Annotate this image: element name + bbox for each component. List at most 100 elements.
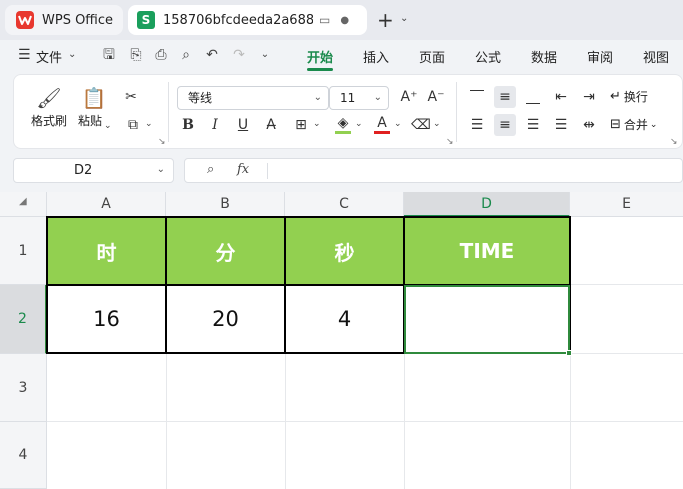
fx-icon[interactable]: fx bbox=[237, 162, 249, 177]
cell-a1[interactable]: 时 bbox=[46, 216, 167, 286]
eraser-icon[interactable]: ⌫ bbox=[410, 114, 432, 136]
underline-button[interactable]: U bbox=[232, 114, 254, 136]
menu-data[interactable]: 数据 bbox=[531, 47, 557, 66]
distribute-icon[interactable]: ⇹ bbox=[578, 114, 600, 136]
align-right-icon[interactable]: ☰ bbox=[522, 114, 544, 136]
row-header-4[interactable]: 4 bbox=[0, 422, 47, 489]
increase-font-icon[interactable]: A⁺ bbox=[398, 86, 420, 108]
decrease-font-icon[interactable]: A⁻ bbox=[425, 86, 447, 108]
hamburger-icon[interactable]: ☰ bbox=[18, 47, 31, 63]
merge-icon: ⊟ bbox=[610, 117, 621, 132]
wrap-text-button[interactable]: ↵ 换行 bbox=[610, 88, 648, 105]
cut-icon[interactable]: ✂ bbox=[120, 86, 142, 108]
decrease-indent-icon[interactable]: ⇤ bbox=[550, 86, 572, 108]
align-bottom-icon[interactable]: ⎽ bbox=[522, 86, 544, 108]
font-size-select[interactable]: 11 ⌄ bbox=[329, 86, 389, 110]
active-tab-indicator bbox=[307, 68, 333, 71]
merge-label: 合并 bbox=[623, 118, 648, 132]
monitor-icon[interactable]: ▭ bbox=[319, 13, 330, 27]
export-pdf-icon[interactable]: ⎘ bbox=[127, 46, 145, 64]
cell-c2[interactable]: 4 bbox=[284, 284, 405, 354]
brush-icon: 🖌 bbox=[36, 86, 62, 110]
cell-a2[interactable]: 16 bbox=[46, 284, 167, 354]
redo-icon[interactable]: ↷ bbox=[230, 46, 248, 64]
font-size-value: 11 bbox=[340, 91, 356, 105]
print-icon[interactable]: ⎙ bbox=[152, 46, 170, 64]
font-name-select[interactable]: 等线 ⌄ bbox=[177, 86, 329, 110]
column-header-a[interactable]: A bbox=[47, 192, 166, 217]
tab-wps-home[interactable]: WPS Office bbox=[5, 5, 123, 35]
justify-icon[interactable]: ☰ bbox=[550, 114, 572, 136]
tab-wps-label: WPS Office bbox=[42, 12, 114, 28]
formula-input[interactable]: ⌕ fx bbox=[184, 158, 683, 183]
select-all-icon: ◢ bbox=[19, 196, 27, 207]
chevron-down-icon[interactable]: ⌄ bbox=[313, 119, 321, 129]
fill-color-bar bbox=[335, 131, 351, 134]
new-tab-button[interactable]: + bbox=[377, 8, 394, 32]
format-painter-label: 格式刷 bbox=[30, 114, 67, 128]
name-box[interactable]: D2 ⌄ bbox=[13, 158, 174, 183]
chevron-down-icon[interactable]: ⌄ bbox=[394, 119, 402, 129]
row-header-3[interactable]: 3 bbox=[0, 354, 47, 422]
dialog-launcher-icon[interactable]: ↘ bbox=[446, 137, 454, 147]
chevron-down-icon[interactable]: ⌄ bbox=[157, 164, 165, 175]
chevron-down-icon[interactable]: ⌄ bbox=[104, 121, 112, 131]
strikethrough-button[interactable]: A̶ bbox=[260, 114, 282, 136]
chevron-down-icon[interactable]: ⌄ bbox=[400, 13, 408, 24]
menu-insert[interactable]: 插入 bbox=[363, 47, 389, 66]
increase-indent-icon[interactable]: ⇥ bbox=[578, 86, 600, 108]
border-icon[interactable]: ⊞ bbox=[290, 114, 312, 136]
merge-cells-button[interactable]: ⊟ 合并 ⌄ bbox=[610, 116, 657, 133]
chevron-down-icon: ⌄ bbox=[649, 119, 658, 130]
chevron-down-icon[interactable]: ⌄ bbox=[256, 46, 274, 64]
unsaved-dot-icon[interactable]: ● bbox=[340, 15, 349, 26]
cell-b1[interactable]: 分 bbox=[165, 216, 286, 286]
bold-button[interactable]: B bbox=[177, 114, 199, 136]
column-header-c[interactable]: C bbox=[285, 192, 404, 217]
menu-view[interactable]: 视图 bbox=[643, 47, 669, 66]
gridline bbox=[404, 354, 405, 489]
selected-cell-outline bbox=[404, 285, 570, 354]
save-icon[interactable]: 🖫 bbox=[100, 46, 118, 64]
name-box-value: D2 bbox=[74, 163, 93, 178]
select-all-corner[interactable]: ◢ bbox=[0, 192, 47, 217]
menu-file[interactable]: 文件 bbox=[36, 47, 62, 66]
menu-formula[interactable]: 公式 bbox=[475, 47, 501, 66]
gridline bbox=[570, 284, 683, 285]
tab-bar: WPS Office S 158706bfcdeeda2a688df1ec ▭ … bbox=[0, 0, 683, 40]
dialog-launcher-icon[interactable]: ↘ bbox=[670, 137, 678, 147]
row-header-2[interactable]: 2 bbox=[0, 285, 47, 354]
paste-label: 粘贴 bbox=[77, 114, 102, 128]
chevron-down-icon[interactable]: ⌄ bbox=[145, 119, 153, 129]
wrap-label: 换行 bbox=[623, 90, 648, 104]
menu-review[interactable]: 审阅 bbox=[587, 47, 613, 66]
align-top-icon[interactable]: ⎺ bbox=[466, 86, 488, 108]
font-name-value: 等线 bbox=[188, 91, 213, 105]
divider bbox=[168, 82, 169, 142]
align-middle-icon[interactable]: ≡ bbox=[494, 86, 516, 108]
zoom-icon[interactable]: ⌕ bbox=[207, 162, 214, 177]
tab-document[interactable]: S 158706bfcdeeda2a688df1ec ▭ ● bbox=[128, 5, 367, 35]
cell-d1[interactable]: TIME bbox=[403, 216, 571, 286]
format-painter-button[interactable]: 🖌 格式刷 bbox=[27, 84, 71, 129]
menu-home[interactable]: 开始 bbox=[307, 47, 333, 66]
cell-b2[interactable]: 20 bbox=[165, 284, 286, 354]
column-header-d[interactable]: D bbox=[404, 192, 570, 217]
chevron-down-icon[interactable]: ⌄ bbox=[433, 119, 441, 129]
align-center-icon[interactable]: ≡ bbox=[494, 114, 516, 136]
chevron-down-icon[interactable]: ⌄ bbox=[68, 49, 76, 60]
dialog-launcher-icon[interactable]: ↘ bbox=[158, 137, 166, 147]
menu-page[interactable]: 页面 bbox=[419, 47, 445, 66]
cell-c1[interactable]: 秒 bbox=[284, 216, 405, 286]
chevron-down-icon[interactable]: ⌄ bbox=[355, 119, 363, 129]
chevron-down-icon: ⌄ bbox=[313, 92, 322, 103]
column-header-e[interactable]: E bbox=[570, 192, 683, 217]
undo-icon[interactable]: ↶ bbox=[203, 46, 221, 64]
italic-button[interactable]: I bbox=[204, 114, 226, 136]
column-header-b[interactable]: B bbox=[166, 192, 285, 217]
copy-icon[interactable]: ⧉ bbox=[122, 114, 144, 136]
align-left-icon[interactable]: ☰ bbox=[466, 114, 488, 136]
fill-handle[interactable] bbox=[566, 350, 572, 356]
print-preview-icon[interactable]: ⌕ bbox=[177, 46, 195, 64]
row-header-1[interactable]: 1 bbox=[0, 217, 47, 285]
